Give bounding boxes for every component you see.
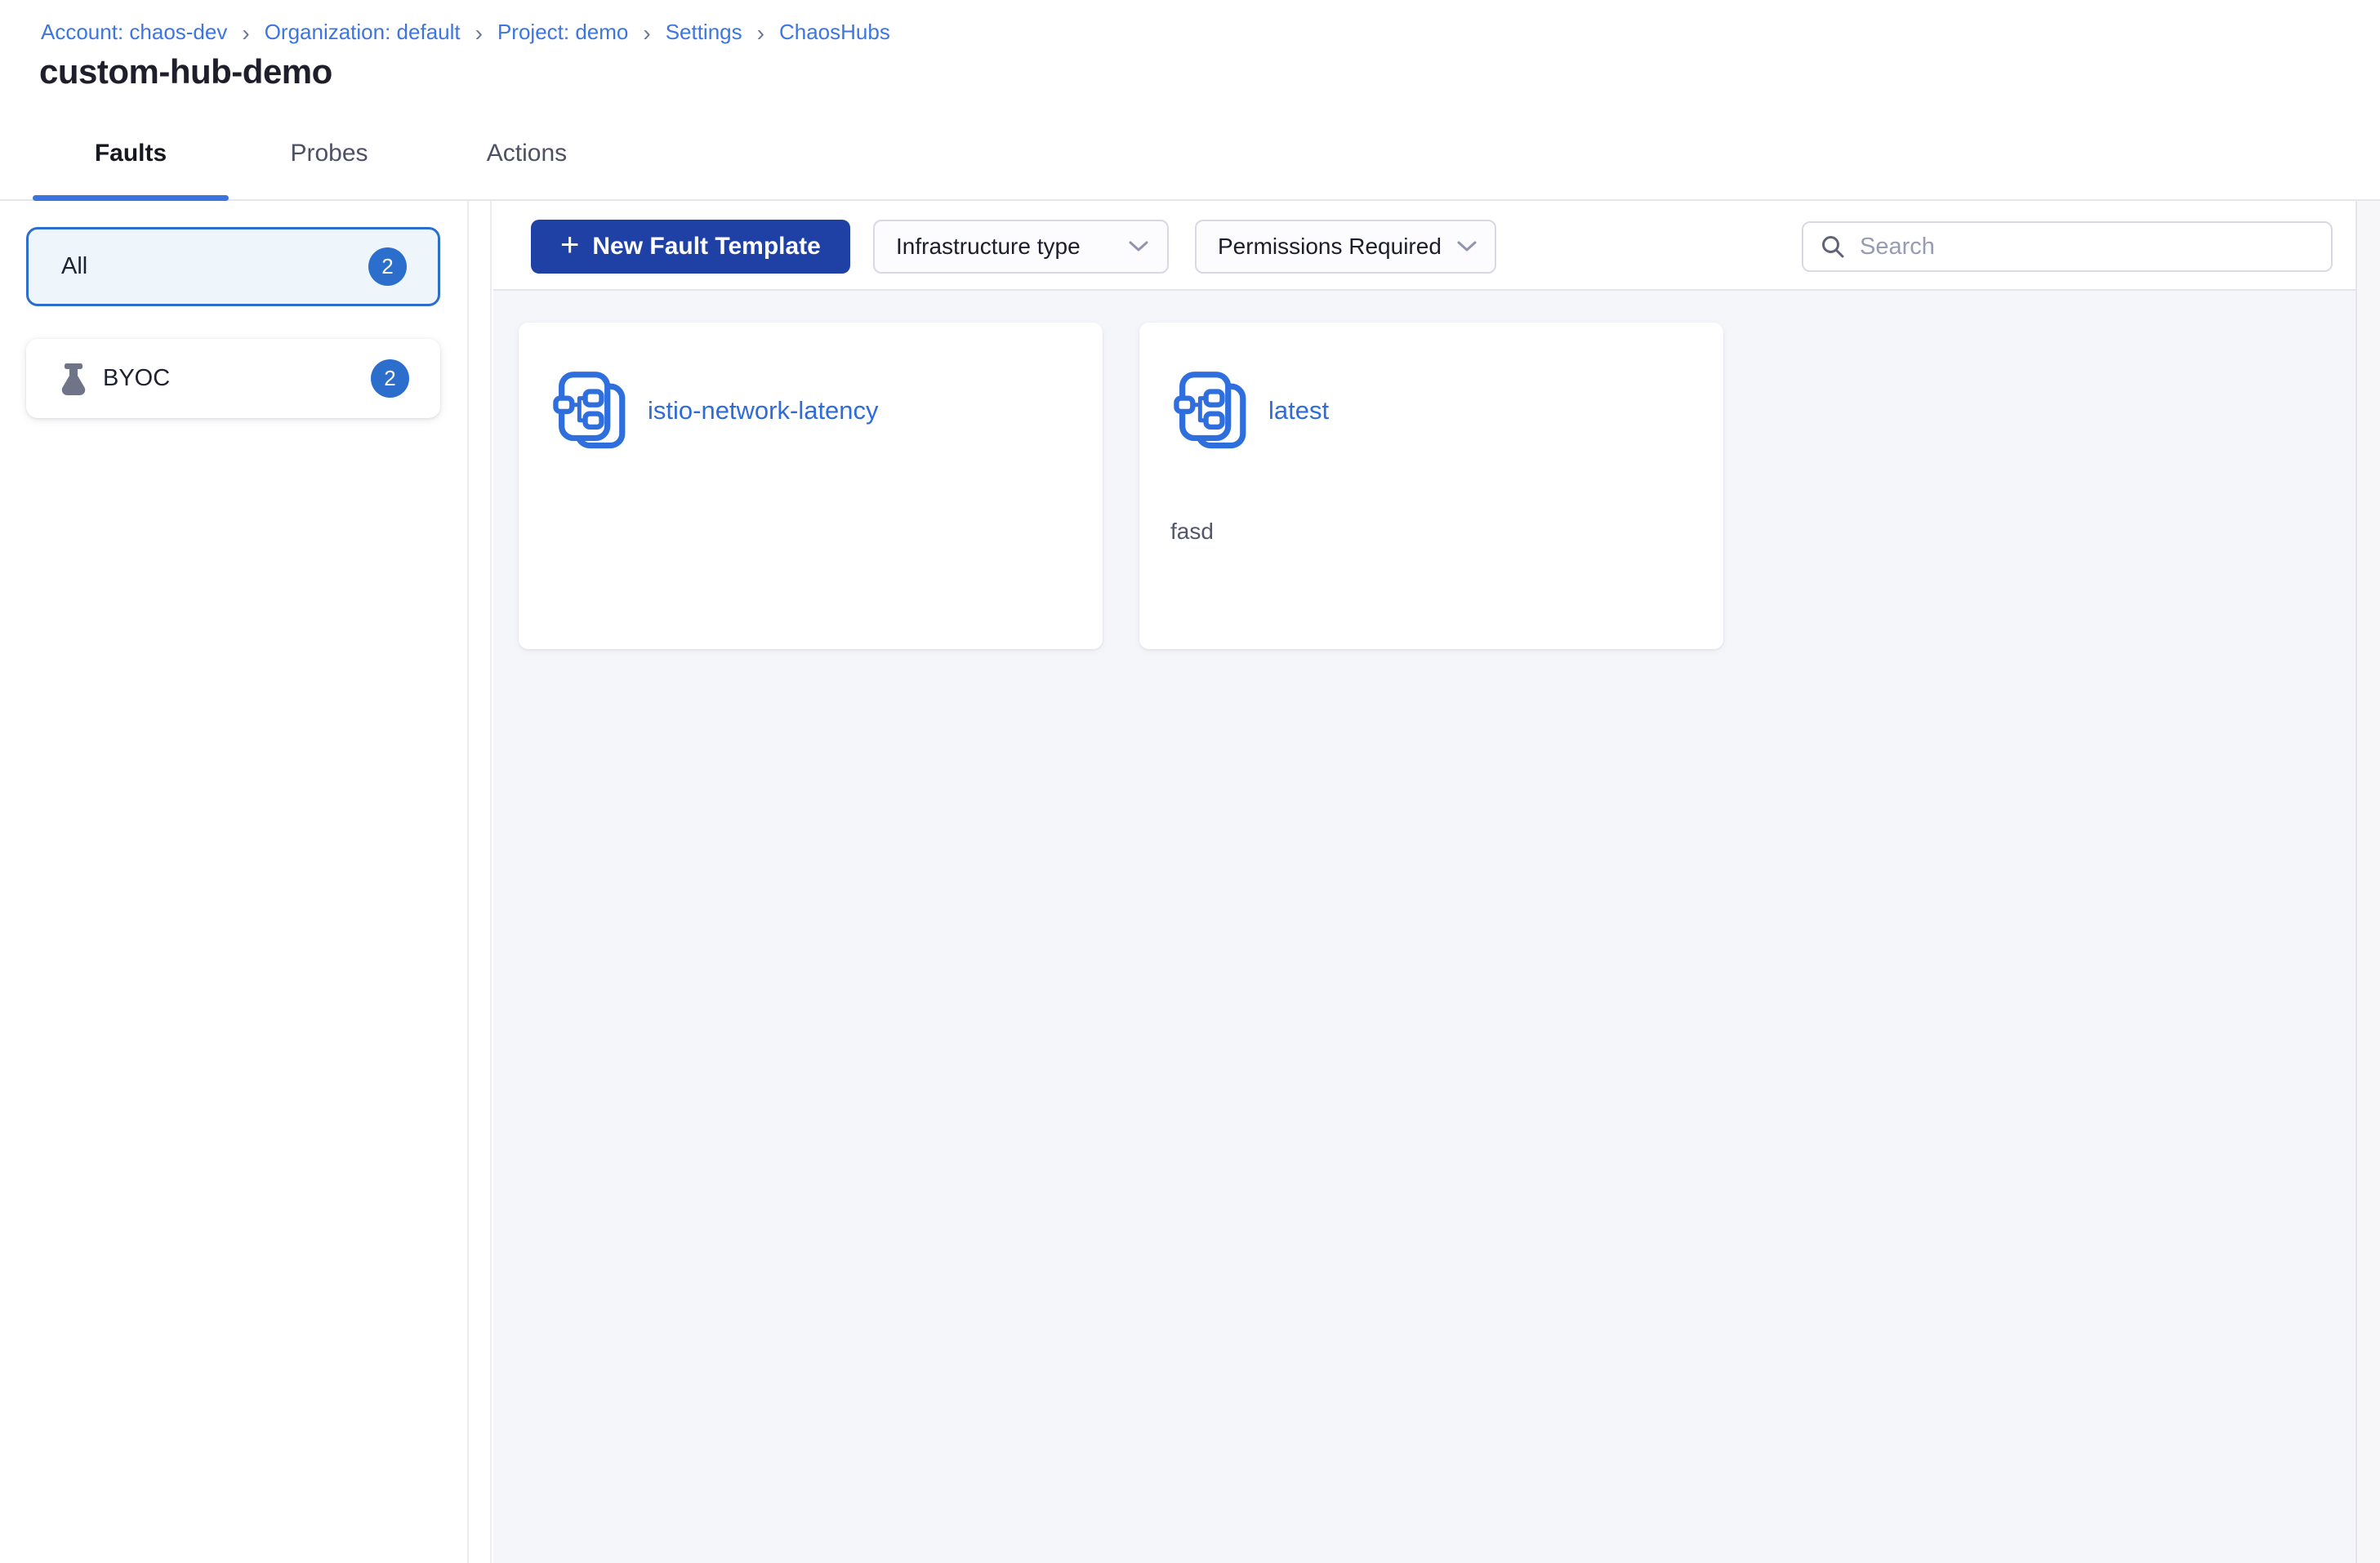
permissions-required-label: Permissions Required [1218,234,1442,259]
filter-sidebar: All 2 BYOC 2 [0,201,469,1563]
fault-template-card[interactable]: istio-network-latency [519,323,1103,649]
breadcrumb-separator-icon: › [643,20,651,46]
chaoshub-page: Account: chaos-dev › Organization: defau… [0,0,2380,1563]
breadcrumb-settings-link[interactable]: Settings [666,20,742,45]
filter-all-count-badge: 2 [368,247,407,286]
filter-all-label: All [61,253,88,279]
breadcrumb-separator-icon: › [475,20,483,46]
plus-icon: + [560,227,580,263]
breadcrumb-separator-icon: › [756,20,764,46]
card-header: latest [1172,370,1699,452]
breadcrumb-separator-icon: › [242,20,250,46]
filter-item-byoc[interactable]: BYOC 2 [26,339,440,418]
fault-template-card[interactable]: latest fasd [1139,323,1723,649]
card-header: istio-network-latency [551,370,1078,452]
search-input[interactable] [1858,232,2315,261]
filter-byoc-label: BYOC [103,365,171,391]
flask-icon [59,363,88,395]
fault-template-icon [1172,370,1249,452]
tab-actions[interactable]: Actions [451,140,603,167]
infrastructure-type-label: Infrastructure type [896,234,1081,259]
scrollbar-gutter [2355,201,2380,1563]
sidebar-divider [470,201,492,1563]
new-fault-template-button[interactable]: + New Fault Template [531,220,850,274]
search-box[interactable] [1802,221,2333,272]
breadcrumb-account-link[interactable]: Account: chaos-dev [41,20,227,45]
chevron-down-icon [1457,241,1477,252]
tab-faults[interactable]: Faults [33,140,229,167]
breadcrumb-chaoshubs-link[interactable]: ChaosHubs [779,20,890,45]
infrastructure-type-select[interactable]: Infrastructure type [873,220,1169,274]
permissions-required-select[interactable]: Permissions Required [1195,220,1496,274]
breadcrumb: Account: chaos-dev › Organization: defau… [41,20,890,45]
new-fault-template-label: New Fault Template [592,233,821,260]
tab-bar: Faults Probes Actions [0,107,2380,201]
breadcrumb-project-link[interactable]: Project: demo [497,20,628,45]
fault-template-title-link[interactable]: latest [1268,396,1329,425]
search-icon [1822,236,1844,258]
main-panel: + New Fault Template Infrastructure type… [493,201,2355,1563]
tab-probes[interactable]: Probes [253,140,405,167]
toolbar: + New Fault Template Infrastructure type… [493,201,2355,291]
fault-template-title-link[interactable]: istio-network-latency [648,396,879,425]
filter-item-all[interactable]: All 2 [26,227,440,306]
active-tab-indicator [33,195,229,201]
chevron-down-icon [1129,241,1148,252]
page-title: custom-hub-demo [39,52,332,91]
fault-template-description: fasd [1170,519,1214,544]
fault-template-icon [551,370,628,452]
filter-byoc-count-badge: 2 [371,359,409,398]
breadcrumb-organization-link[interactable]: Organization: default [265,20,461,45]
